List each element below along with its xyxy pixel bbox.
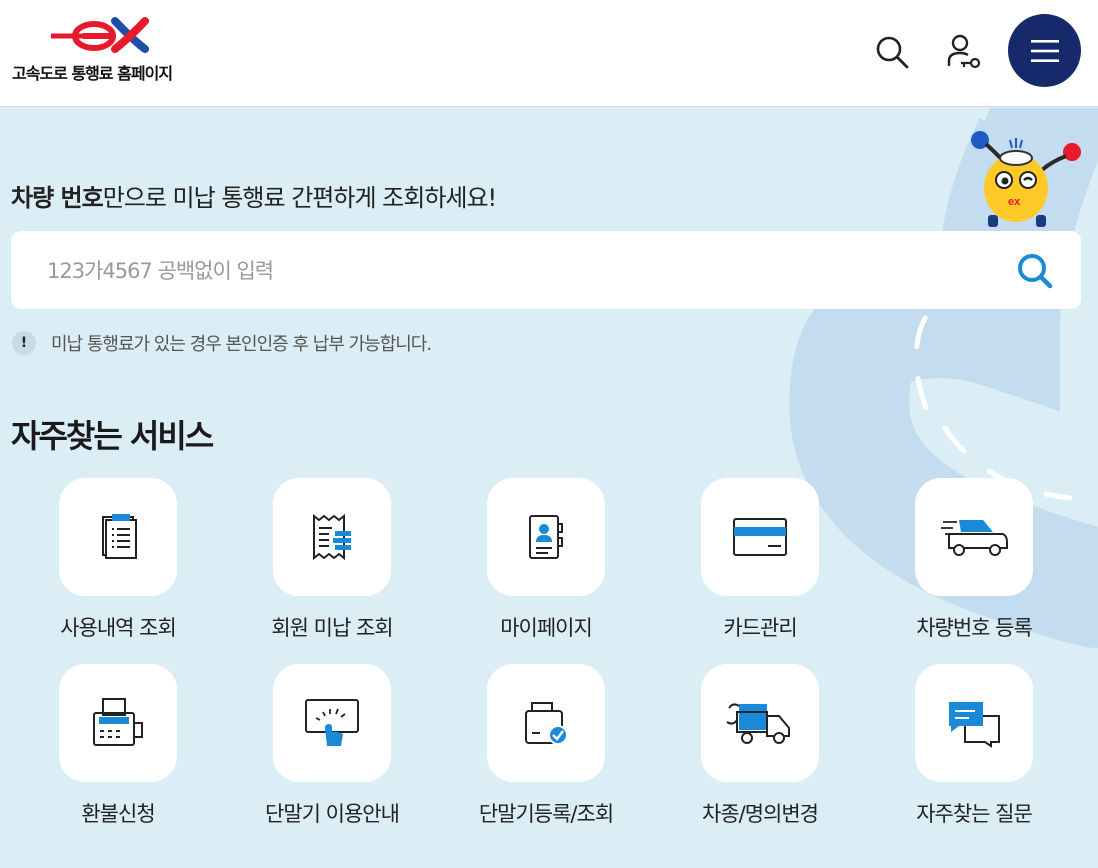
service-label: 카드관리 [723,616,797,640]
vehicle-search-box [11,231,1081,311]
logo-text: 고속도로 통행료 홈페이지 [12,64,173,83]
vehicle-number-input[interactable] [45,231,989,311]
service-tile [273,478,391,596]
menu-button[interactable] [1008,14,1081,87]
service-mypage[interactable]: 마이페이지 [446,478,646,658]
service-tile [701,478,819,596]
mascot-illustration: ex [971,131,1081,227]
service-label: 차량번호 등록 [916,616,1033,640]
service-label: 환불신청 [81,802,155,826]
service-tile [59,664,177,782]
site-header: 고속도로 통행료 홈페이지 [0,0,1098,107]
service-terminal-register[interactable]: 단말기등록/조회 [446,664,646,844]
service-terminal-guide[interactable]: 단말기 이용안내 [232,664,432,844]
chat-bubbles-icon [949,702,1000,748]
service-tile [701,664,819,782]
frequent-services-title: 자주찾는 서비스 [11,417,214,455]
hamburger-menu-icon [1030,39,1059,62]
search-icon [876,36,909,69]
service-label: 차종/명의변경 [702,802,819,826]
service-vehicle-register[interactable]: 차량번호 등록 [874,478,1074,658]
login-button[interactable] [934,22,994,82]
search-icon [1018,254,1053,289]
ex-logo-mark [51,17,149,53]
service-refund-request[interactable]: 환불신청 [18,664,218,844]
service-tile [915,664,1033,782]
service-label: 마이페이지 [500,616,593,640]
vehicle-search-button[interactable] [1015,251,1055,291]
headline-rest: 만으로 미납 통행료 간편하게 조회하세요! [102,184,497,212]
car-icon [941,520,1008,556]
service-label: 단말기 이용안내 [265,802,400,826]
service-tile [487,478,605,596]
service-tile [59,478,177,596]
service-faq[interactable]: 자주찾는 질문 [874,664,1074,844]
service-tile [915,478,1033,596]
site-logo[interactable]: 고속도로 통행료 홈페이지 [12,16,192,86]
receipt-icon [313,513,351,561]
service-label: 자주찾는 질문 [916,802,1033,826]
header-search-button[interactable] [862,22,922,82]
fax-machine-icon [93,698,143,746]
headline-bold: 차량 번호 [11,184,104,212]
service-label: 단말기등록/조회 [478,802,614,826]
hero-headline: 차량 번호만으로 미납 통행료 간편하게 조회하세요! [11,178,497,213]
truck-swap-icon [726,703,790,744]
touch-screen-icon [305,699,359,746]
svg-text:ex: ex [1008,196,1021,208]
service-tile [487,664,605,782]
service-card-management[interactable]: 카드관리 [660,478,860,658]
service-member-unpaid[interactable]: 회원 미납 조회 [232,478,432,658]
notice-text: 미납 통행료가 있는 경우 본인인증 후 납부 가능합니다. [51,334,432,355]
document-list-icon [102,514,137,559]
service-label: 사용내역 조회 [60,616,177,640]
device-check-icon [525,702,568,745]
main-content: ex 차량 번호만으로 미납 통행료 간편하게 조회하세요! ! 미납 통행료가… [0,108,1098,868]
user-key-icon [947,34,981,69]
payment-notice: ! 미납 통행료가 있는 경우 본인인증 후 납부 가능합니다. [12,330,432,356]
service-vehicle-owner-change[interactable]: 차종/명의변경 [660,664,860,844]
credit-card-icon [733,518,787,556]
exclamation-icon: ! [12,331,36,355]
service-tile [273,664,391,782]
profile-book-icon [529,515,563,559]
service-usage-history[interactable]: 사용내역 조회 [18,478,218,658]
service-label: 회원 미납 조회 [271,616,393,640]
